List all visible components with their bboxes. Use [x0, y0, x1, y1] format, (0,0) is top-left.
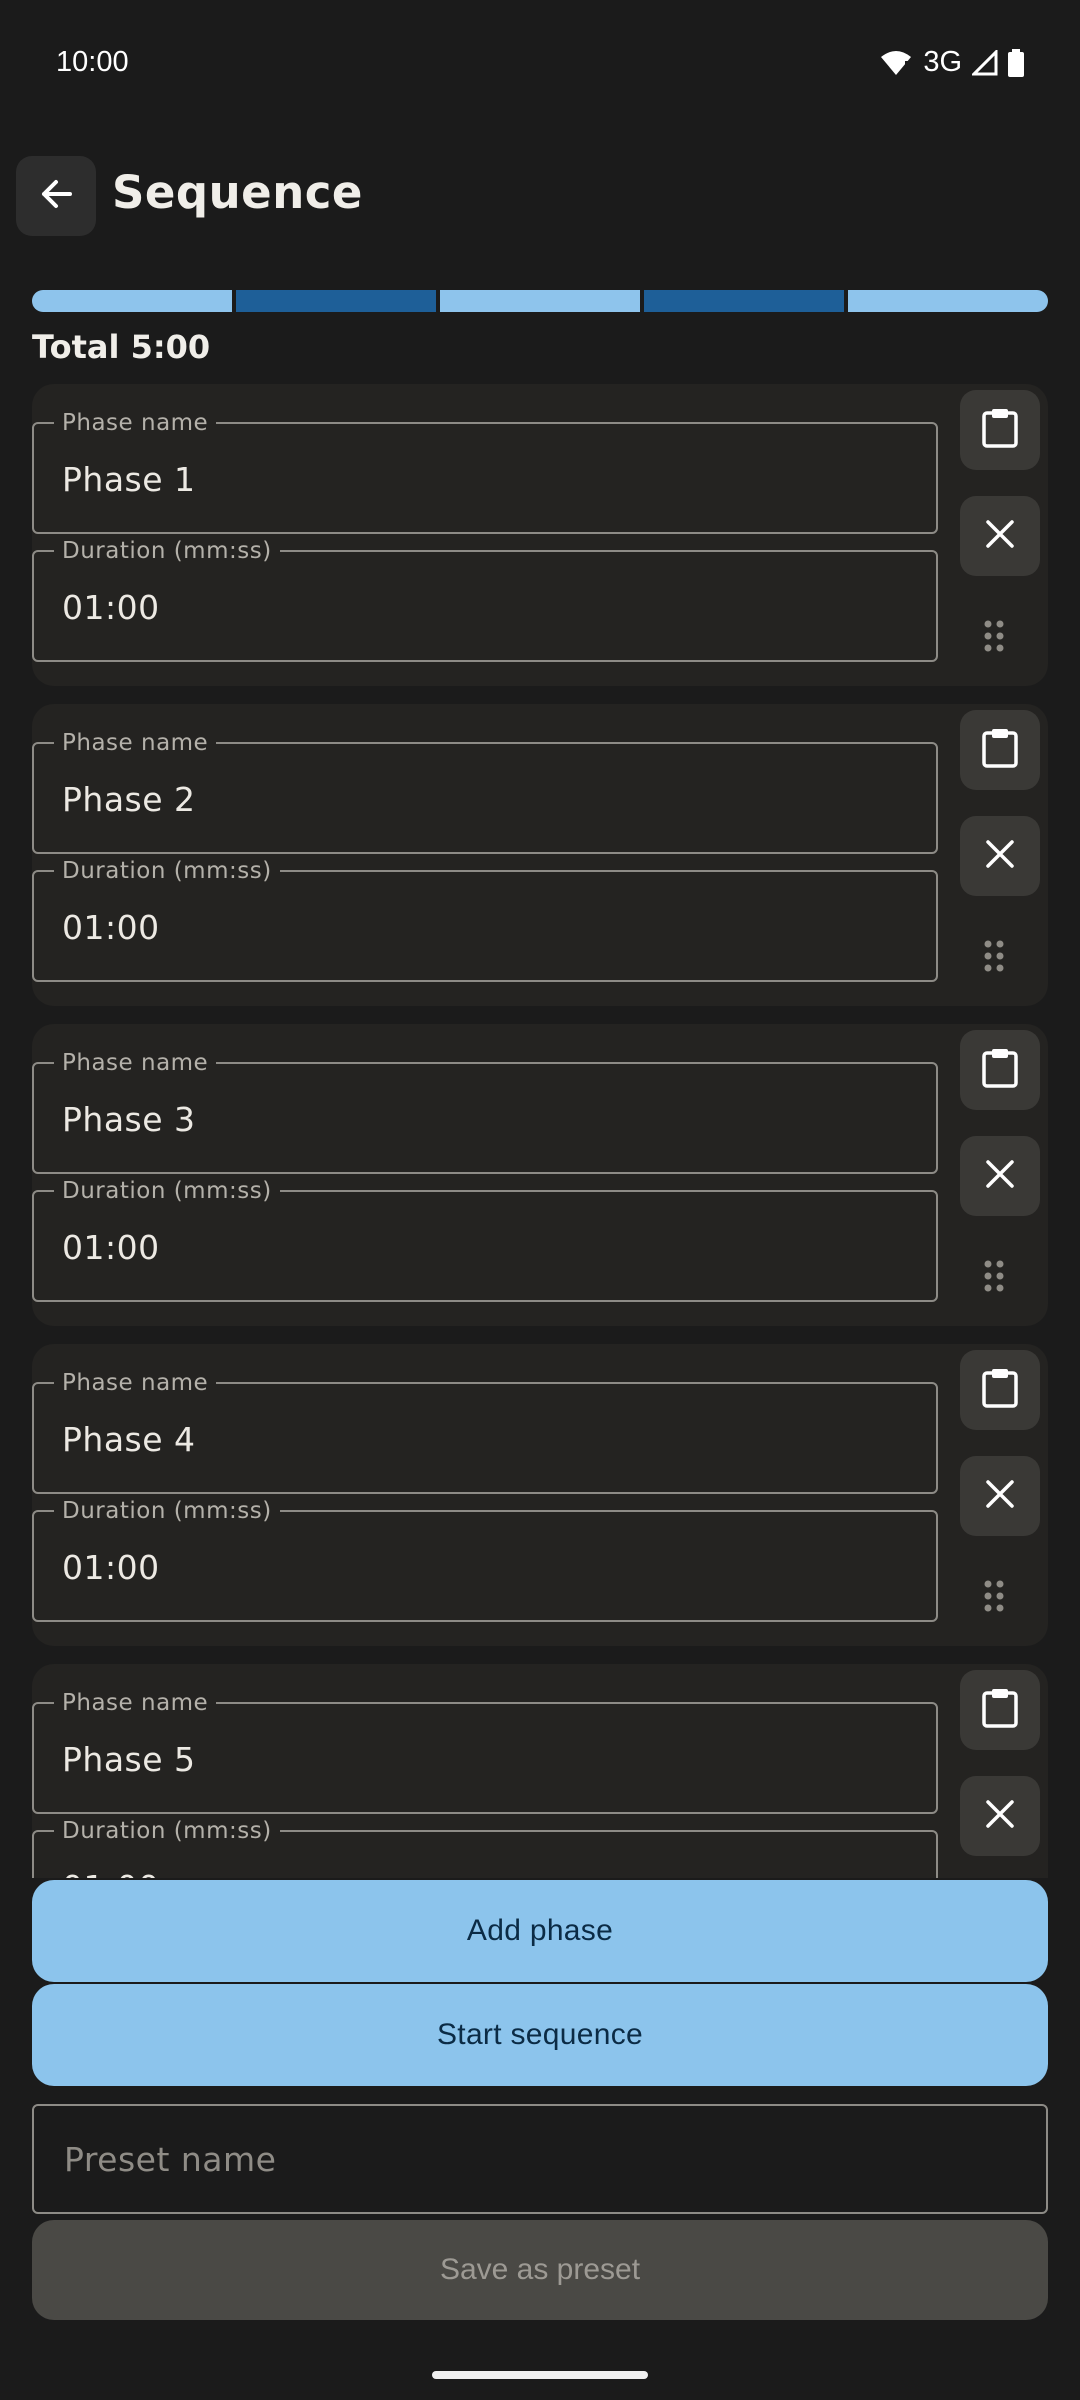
duration-label: Duration (mm:ss) — [54, 1178, 280, 1204]
duration-value: 01:00 — [62, 908, 160, 947]
paste-button[interactable] — [960, 1670, 1040, 1750]
paste-button[interactable] — [960, 1350, 1040, 1430]
drag-handle-icon[interactable] — [974, 616, 1014, 656]
drag-handle-icon[interactable] — [974, 1256, 1014, 1296]
duration-value: 01:00 — [62, 1228, 160, 1267]
duration-value: 01:00 — [62, 1548, 160, 1587]
signal-icon — [972, 49, 998, 76]
preset-name-placeholder: Preset name — [64, 2140, 277, 2179]
remove-phase-button[interactable] — [960, 496, 1040, 576]
total-duration-label: Total 5:00 — [32, 328, 211, 366]
phase-name-field[interactable]: Phase name Phase 1 — [32, 410, 938, 534]
sequence-progress-bar — [32, 290, 1048, 312]
phase-card: Phase name Phase 3 Duration (mm:ss) 01:0… — [32, 1024, 1048, 1326]
close-icon — [983, 837, 1017, 875]
clipboard-icon — [981, 728, 1019, 772]
phase-card: Phase name Phase 2 Duration (mm:ss) 01:0… — [32, 704, 1048, 1006]
progress-segment — [848, 290, 1048, 312]
duration-field[interactable]: Duration (mm:ss) 01:00 — [32, 858, 938, 982]
phase-name-value: Phase 2 — [62, 780, 196, 819]
close-icon — [983, 1477, 1017, 1515]
drag-handle-icon[interactable] — [974, 936, 1014, 976]
clipboard-icon — [981, 1368, 1019, 1412]
duration-label: Duration (mm:ss) — [54, 858, 280, 884]
phase-list[interactable]: Phase name Phase 1 Duration (mm:ss) 01:0… — [32, 384, 1048, 1878]
progress-segment — [32, 290, 232, 312]
duration-value: 01:00 — [62, 1868, 160, 1878]
phase-name-value: Phase 4 — [62, 1420, 196, 1459]
close-icon — [983, 517, 1017, 555]
duration-field[interactable]: Duration (mm:ss) 01:00 — [32, 1498, 938, 1622]
drag-handle-icon[interactable] — [974, 1576, 1014, 1616]
phase-name-label: Phase name — [54, 730, 217, 756]
home-indicator[interactable] — [432, 2371, 648, 2379]
paste-button[interactable] — [960, 1030, 1040, 1110]
remove-phase-button[interactable] — [960, 816, 1040, 896]
preset-name-input[interactable]: Preset name — [32, 2104, 1048, 2214]
arrow-left-icon — [36, 174, 76, 218]
duration-field[interactable]: Duration (mm:ss) 01:00 — [32, 538, 938, 662]
clipboard-icon — [981, 1688, 1019, 1732]
top-app-bar: Sequence — [0, 150, 1080, 244]
page-title: Sequence — [112, 166, 363, 219]
remove-phase-button[interactable] — [960, 1136, 1040, 1216]
remove-phase-button[interactable] — [960, 1776, 1040, 1856]
duration-label: Duration (mm:ss) — [54, 1818, 280, 1844]
paste-button[interactable] — [960, 710, 1040, 790]
phase-name-field[interactable]: Phase name Phase 2 — [32, 730, 938, 854]
progress-segment — [236, 290, 436, 312]
start-sequence-button[interactable]: Start sequence — [32, 1984, 1048, 2086]
phase-name-value: Phase 3 — [62, 1100, 196, 1139]
add-phase-button[interactable]: Add phase — [32, 1880, 1048, 1982]
duration-field[interactable]: Duration (mm:ss) 01:00 — [32, 1818, 938, 1878]
phase-name-label: Phase name — [54, 410, 217, 436]
duration-label: Duration (mm:ss) — [54, 538, 280, 564]
clipboard-icon — [981, 1048, 1019, 1092]
phase-name-field[interactable]: Phase name Phase 3 — [32, 1050, 938, 1174]
duration-value: 01:00 — [62, 588, 160, 627]
status-time: 10:00 — [56, 46, 129, 78]
paste-button[interactable] — [960, 390, 1040, 470]
remove-phase-button[interactable] — [960, 1456, 1040, 1536]
duration-label: Duration (mm:ss) — [54, 1498, 280, 1524]
save-preset-button[interactable]: Save as preset — [32, 2220, 1048, 2320]
wifi-icon — [879, 49, 913, 77]
phase-name-label: Phase name — [54, 1690, 217, 1716]
status-icons: 3G — [879, 46, 1024, 79]
network-type: 3G — [923, 46, 962, 78]
phase-card: Phase name Phase 1 Duration (mm:ss) 01:0… — [32, 384, 1048, 686]
clipboard-icon — [981, 408, 1019, 452]
phase-name-value: Phase 5 — [62, 1740, 196, 1779]
close-icon — [983, 1157, 1017, 1195]
phase-name-field[interactable]: Phase name Phase 5 — [32, 1690, 938, 1814]
phase-name-label: Phase name — [54, 1050, 217, 1076]
close-icon — [983, 1797, 1017, 1835]
progress-segment — [644, 290, 844, 312]
phase-name-label: Phase name — [54, 1370, 217, 1396]
battery-icon — [1008, 48, 1024, 77]
phase-card: Phase name Phase 4 Duration (mm:ss) 01:0… — [32, 1344, 1048, 1646]
progress-segment — [440, 290, 640, 312]
phase-name-value: Phase 1 — [62, 460, 196, 499]
phase-name-field[interactable]: Phase name Phase 4 — [32, 1370, 938, 1494]
back-button[interactable] — [16, 156, 96, 236]
status-bar: 10:00 3G — [0, 0, 1080, 130]
duration-field[interactable]: Duration (mm:ss) 01:00 — [32, 1178, 938, 1302]
phase-card: Phase name Phase 5 Duration (mm:ss) 01:0… — [32, 1664, 1048, 1878]
